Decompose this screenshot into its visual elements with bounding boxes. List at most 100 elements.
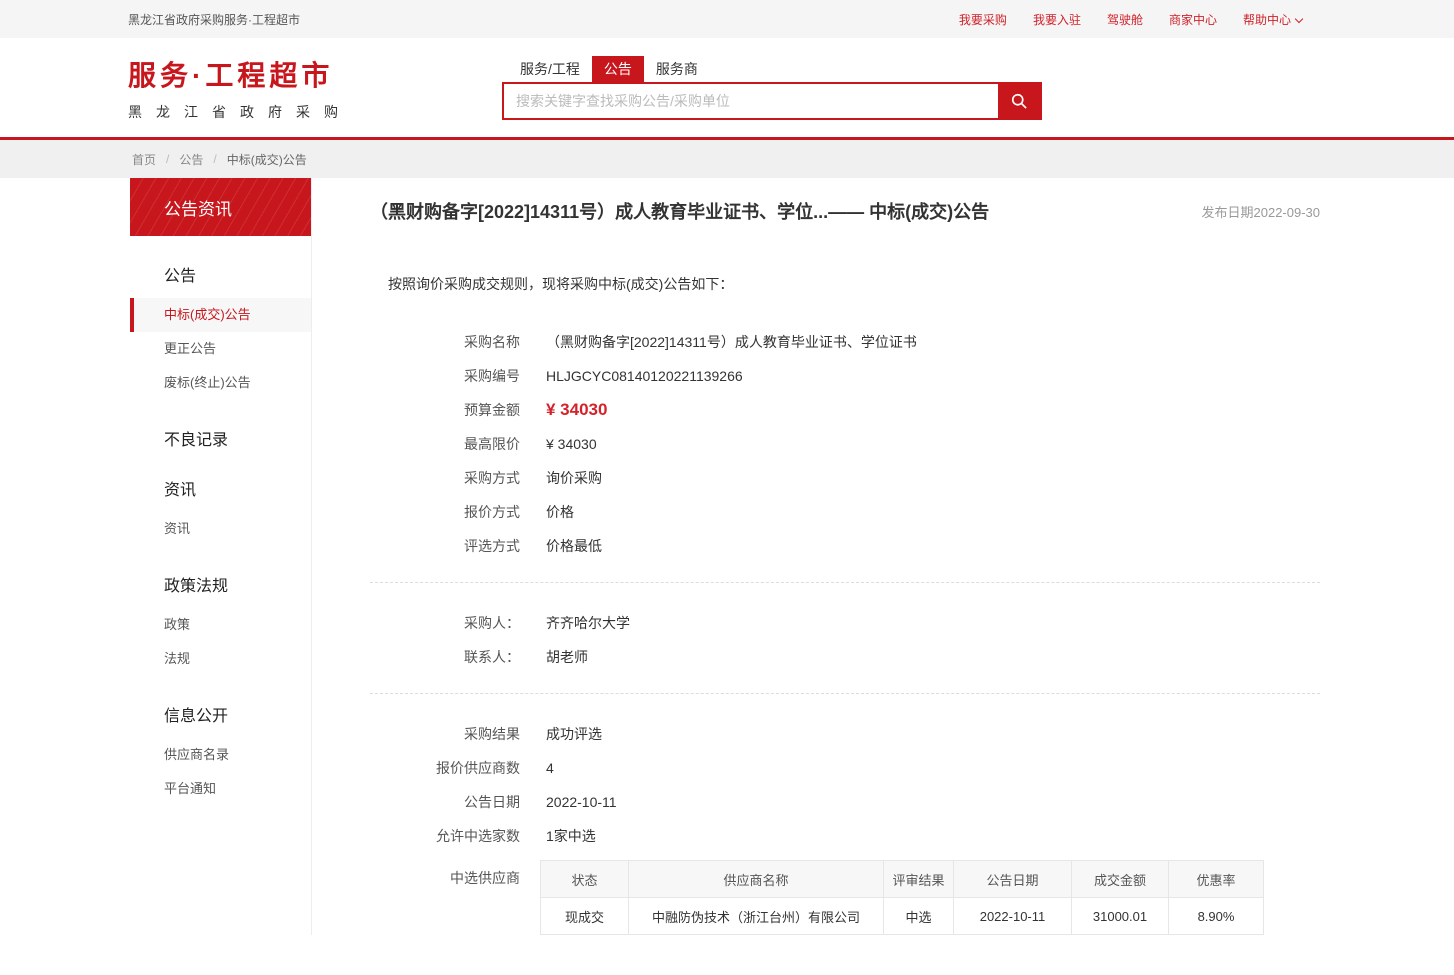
sidebar-item-cancelled-announcements[interactable]: 废标(终止)公告 — [130, 366, 311, 400]
tab-service-providers[interactable]: 服务商 — [644, 56, 710, 82]
sidebar-item-law[interactable]: 法规 — [130, 642, 311, 676]
table-row: 现成交 中融防伪技术（浙江台州）有限公司 中选 2022-10-11 31000… — [541, 898, 1264, 935]
topbar-link-buy[interactable]: 我要采购 — [959, 11, 1007, 28]
field-section-2: 采购人： 齐齐哈尔大学 联系人： 胡老师 — [370, 613, 1320, 667]
field-label: 采购编号 — [370, 366, 520, 386]
field-label: 中选供应商 — [370, 860, 520, 897]
breadcrumb-separator: / — [213, 152, 216, 166]
field-value: 询价采购 — [546, 468, 602, 488]
field-budget-amount: 预算金额 ¥ 34030 — [370, 400, 1320, 420]
topbar-link-join[interactable]: 我要入驻 — [1033, 11, 1081, 28]
sidebar-group-title-info-disclosure[interactable]: 信息公开 — [130, 702, 311, 726]
field-evaluation-method: 评选方式 价格最低 — [370, 536, 1320, 556]
breadcrumb-announcements[interactable]: 公告 — [179, 151, 203, 168]
topbar-link-merchant-center[interactable]: 商家中心 — [1169, 11, 1217, 28]
field-contact-person: 联系人： 胡老师 — [370, 647, 1320, 667]
table-header-announcement-date: 公告日期 — [954, 861, 1072, 898]
field-procurement-method: 采购方式 询价采购 — [370, 468, 1320, 488]
chevron-down-icon — [1295, 14, 1303, 22]
field-label: 采购方式 — [370, 468, 520, 488]
sidebar-item-correction-announcements[interactable]: 更正公告 — [130, 332, 311, 366]
selected-supplier-block: 中选供应商 状态 供应商名称 评审结果 公告日期 成交金额 优惠率 — [370, 860, 1320, 935]
sidebar-item-platform-notices[interactable]: 平台通知 — [130, 772, 311, 806]
content: 公告资讯 公告 中标(成交)公告 更正公告 废标(终止)公告 不良记录 资讯 资… — [0, 178, 1454, 975]
site-logo: 服务·工程超市 黑龙江省政府采购 — [128, 54, 368, 122]
field-label: 公告日期 — [370, 792, 520, 812]
announcement-article: （黑财购备字[2022]14311号）成人教育毕业证书、学位...—— 中标(成… — [312, 178, 1320, 935]
cell-supplier-name: 中融防伪技术（浙江台州）有限公司 — [629, 898, 884, 935]
field-value: 胡老师 — [546, 647, 588, 667]
logo-main-text: 服务·工程超市 — [128, 54, 368, 94]
search-tabs: 服务/工程 公告 服务商 — [502, 56, 1042, 82]
sidebar-group-bad-records: 不良记录 — [130, 426, 311, 450]
field-value: 价格 — [546, 502, 574, 522]
table-header-supplier-name: 供应商名称 — [629, 861, 884, 898]
breadcrumb-current[interactable]: 中标(成交)公告 — [227, 151, 307, 168]
sidebar-group-title-policies[interactable]: 政策法规 — [130, 572, 311, 596]
sidebar-item-supplier-directory[interactable]: 供应商名录 — [130, 738, 311, 772]
table-header-deal-amount: 成交金额 — [1072, 861, 1169, 898]
field-value: HLJGCYC08140120221139266 — [546, 366, 743, 386]
breadcrumb: 首页 / 公告 / 中标(成交)公告 — [0, 140, 1454, 178]
field-bidder-count: 报价供应商数 4 — [370, 758, 1320, 778]
field-label: 联系人： — [370, 647, 520, 667]
header: 服务·工程超市 黑龙江省政府采购 服务/工程 公告 服务商 — [0, 38, 1454, 140]
table-header-review-result: 评审结果 — [884, 861, 954, 898]
breadcrumb-home[interactable]: 首页 — [132, 151, 156, 168]
topbar-links: 我要采购 我要入驻 驾驶舱 商家中心 帮助中心 — [959, 11, 1302, 28]
field-section-1: 采购名称 （黑财购备字[2022]14311号）成人教育毕业证书、学位证书 采购… — [370, 332, 1320, 556]
page-title: （黑财购备字[2022]14311号）成人教育毕业证书、学位...—— 中标(成… — [370, 198, 989, 224]
field-label: 允许中选家数 — [370, 826, 520, 846]
field-procurement-name: 采购名称 （黑财购备字[2022]14311号）成人教育毕业证书、学位证书 — [370, 332, 1320, 352]
field-label: 采购结果 — [370, 724, 520, 744]
search-input[interactable] — [504, 84, 998, 118]
sidebar-group-title-announcements[interactable]: 公告 — [130, 262, 311, 286]
field-allowed-winners: 允许中选家数 1家中选 — [370, 826, 1320, 846]
tab-announcements[interactable]: 公告 — [592, 56, 644, 82]
field-value: 价格最低 — [546, 536, 602, 556]
field-value: （黑财购备字[2022]14311号）成人教育毕业证书、学位证书 — [546, 332, 917, 352]
table-header-status: 状态 — [541, 861, 629, 898]
cell-status: 现成交 — [541, 898, 629, 935]
field-max-price: 最高限价 ¥ 34030 — [370, 434, 1320, 454]
breadcrumb-separator: / — [166, 152, 169, 166]
field-procurement-result: 采购结果 成功评选 — [370, 724, 1320, 744]
field-procurement-number: 采购编号 HLJGCYC08140120221139266 — [370, 366, 1320, 386]
field-value: 4 — [546, 758, 554, 778]
topbar-link-cockpit[interactable]: 驾驶舱 — [1107, 11, 1143, 28]
tab-services-projects[interactable]: 服务/工程 — [508, 56, 592, 82]
cell-discount-rate: 8.90% — [1169, 898, 1264, 935]
intro-text: 按照询价采购成交规则，现将采购中标(成交)公告如下： — [370, 274, 1320, 294]
divider — [370, 582, 1320, 583]
field-value: 成功评选 — [546, 724, 602, 744]
publish-date: 发布日期2022-09-30 — [1202, 202, 1321, 221]
field-label: 采购人： — [370, 613, 520, 633]
table-header-row: 状态 供应商名称 评审结果 公告日期 成交金额 优惠率 — [541, 861, 1264, 898]
title-row: （黑财购备字[2022]14311号）成人教育毕业证书、学位...—— 中标(成… — [370, 198, 1320, 224]
sidebar-item-news[interactable]: 资讯 — [130, 512, 311, 546]
site-title: 黑龙江省政府采购服务·工程超市 — [128, 11, 300, 28]
topbar-link-help-center[interactable]: 帮助中心 — [1243, 11, 1302, 28]
field-label: 报价供应商数 — [370, 758, 520, 778]
sidebar-group-news: 资讯 资讯 — [130, 476, 311, 546]
field-label: 采购名称 — [370, 332, 520, 352]
field-value: 1家中选 — [546, 826, 596, 846]
field-label: 报价方式 — [370, 502, 520, 522]
cell-review-result: 中选 — [884, 898, 954, 935]
field-value: 2022-10-11 — [546, 792, 617, 812]
sidebar-group-title-bad-records[interactable]: 不良记录 — [130, 426, 311, 450]
search-button[interactable] — [998, 84, 1040, 118]
sidebar: 公告资讯 公告 中标(成交)公告 更正公告 废标(终止)公告 不良记录 资讯 资… — [130, 178, 312, 935]
field-section-3: 采购结果 成功评选 报价供应商数 4 公告日期 2022-10-11 允许中选家… — [370, 724, 1320, 846]
cell-announcement-date: 2022-10-11 — [954, 898, 1072, 935]
sidebar-group-title-news[interactable]: 资讯 — [130, 476, 311, 500]
search-icon — [1009, 91, 1029, 111]
field-label: 评选方式 — [370, 536, 520, 556]
sidebar-group-info-disclosure: 信息公开 供应商名录 平台通知 — [130, 702, 311, 806]
search-box — [502, 82, 1042, 120]
sidebar-item-policy[interactable]: 政策 — [130, 608, 311, 642]
logo-sub-text: 黑龙江省政府采购 — [128, 102, 368, 122]
field-label: 最高限价 — [370, 434, 520, 454]
field-announcement-date: 公告日期 2022-10-11 — [370, 792, 1320, 812]
sidebar-item-award-announcements[interactable]: 中标(成交)公告 — [130, 298, 311, 332]
